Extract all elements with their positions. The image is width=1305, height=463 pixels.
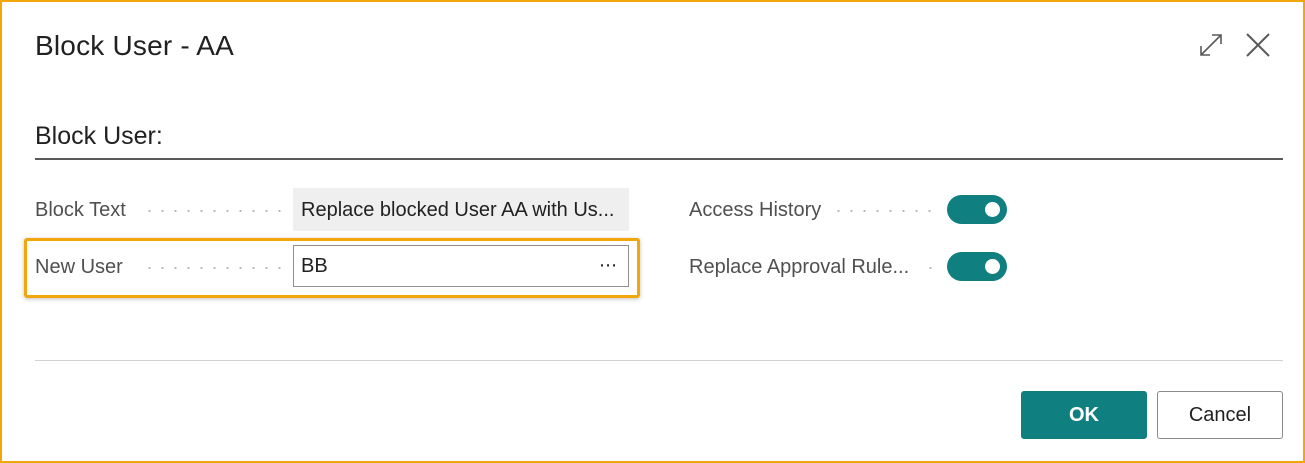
replace-approval-rules-label: Replace Approval Rule... <box>689 256 910 278</box>
expand-button[interactable] <box>1196 30 1226 60</box>
replace-approval-rules-toggle[interactable] <box>947 252 1007 281</box>
section-title: Block User: <box>35 122 163 150</box>
cancel-button[interactable]: Cancel <box>1157 391 1283 439</box>
section-divider <box>35 158 1283 160</box>
access-history-toggle[interactable] <box>947 195 1007 224</box>
close-icon <box>1246 33 1270 57</box>
block-user-dialog: Block User - AA Block User: Block Text R… <box>0 0 1305 463</box>
dotted-leader <box>832 210 936 212</box>
new-user-label: New User <box>35 256 123 278</box>
new-user-field: ⋯ <box>293 245 629 287</box>
ellipsis-icon[interactable]: ⋯ <box>596 254 620 278</box>
footer-divider <box>35 360 1283 361</box>
block-text-label: Block Text <box>35 199 126 221</box>
dotted-leader <box>143 210 283 212</box>
new-user-input[interactable] <box>294 246 584 286</box>
block-text-value[interactable]: Replace blocked User AA with Us... <box>293 188 629 231</box>
expand-icon <box>1200 34 1222 56</box>
dotted-leader <box>143 267 283 269</box>
toggle-knob <box>985 202 1000 217</box>
close-button[interactable] <box>1243 30 1273 60</box>
dialog-title: Block User - AA <box>35 30 235 61</box>
access-history-label: Access History <box>689 199 822 221</box>
ok-button[interactable]: OK <box>1021 391 1147 439</box>
dotted-leader <box>924 267 938 269</box>
toggle-knob <box>985 259 1000 274</box>
